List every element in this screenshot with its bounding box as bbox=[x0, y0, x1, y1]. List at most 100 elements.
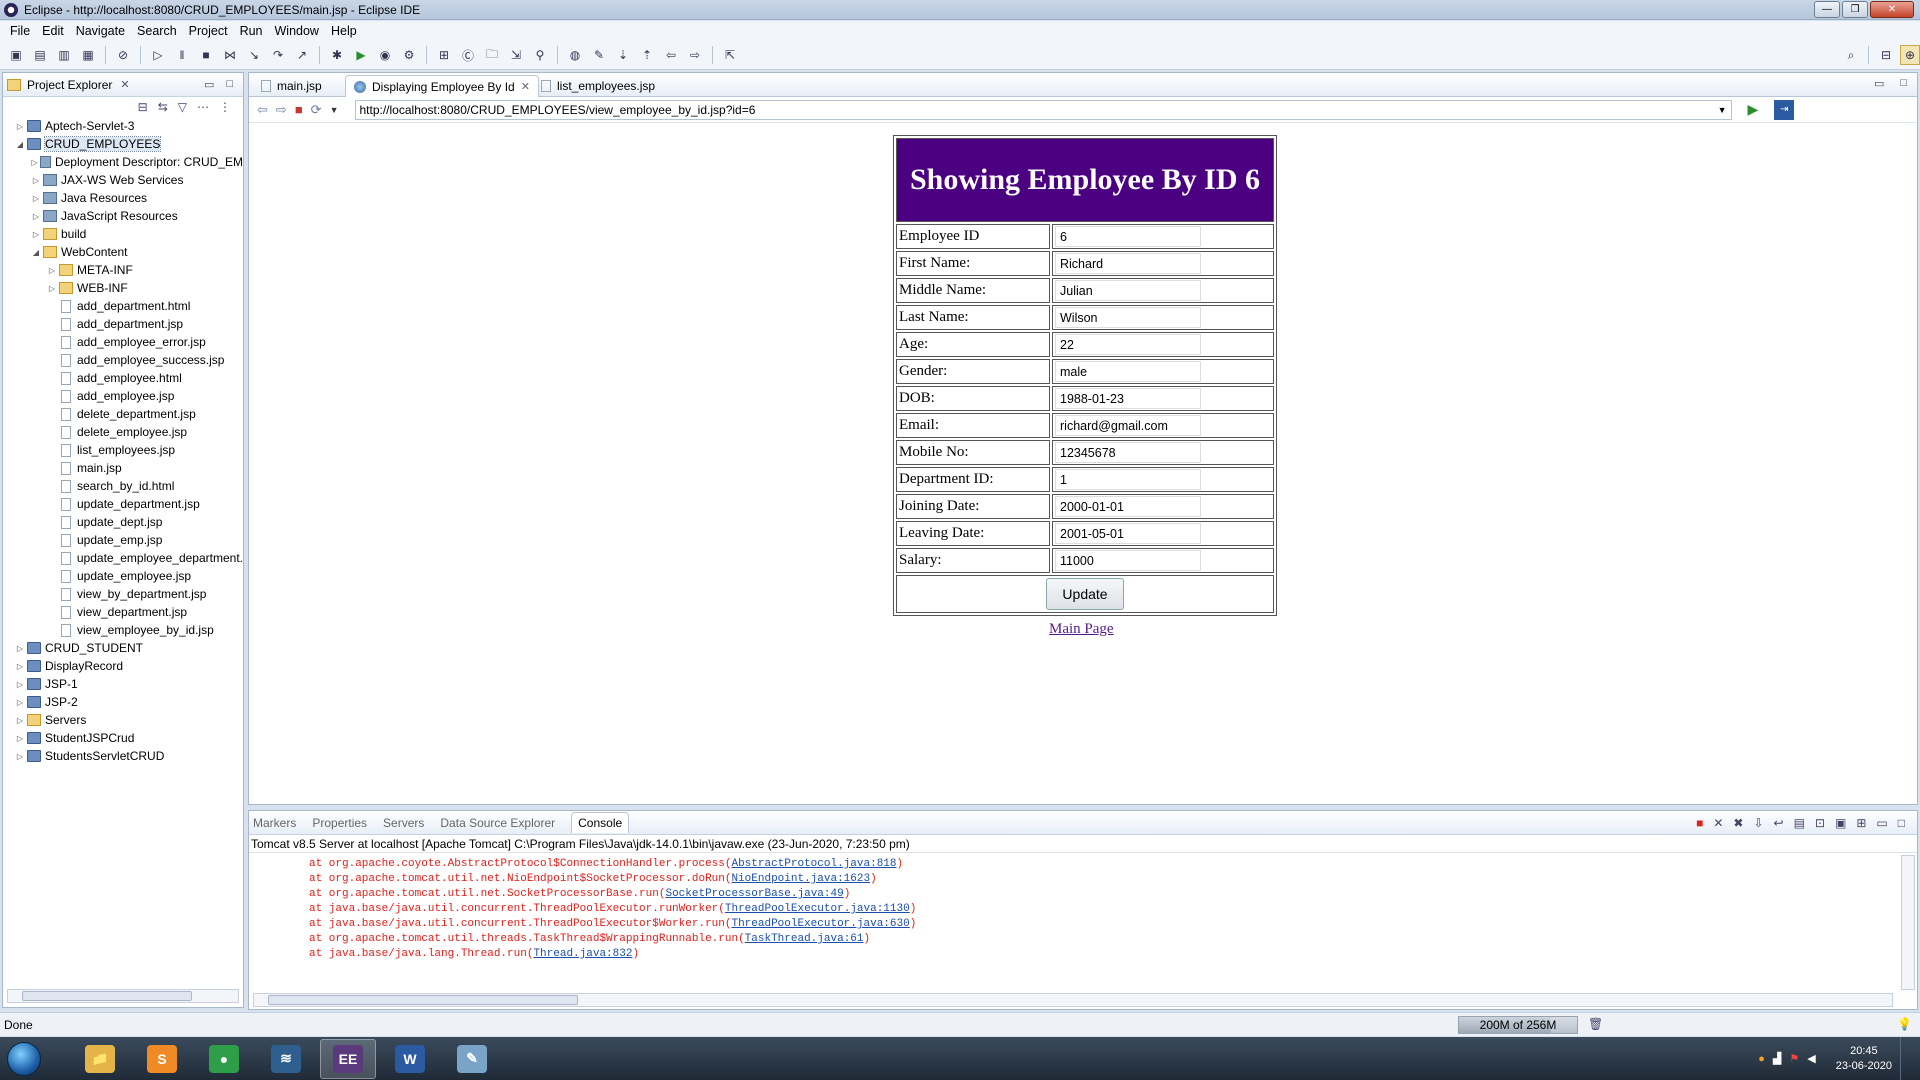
tab-data-source-explorer[interactable]: Data Source Explorer bbox=[440, 816, 555, 830]
step-into-icon[interactable]: ↘ bbox=[244, 45, 264, 65]
field-input[interactable] bbox=[1055, 523, 1201, 544]
tree-item[interactable]: view_by_department.jsp bbox=[3, 585, 243, 603]
menu-window[interactable]: Window bbox=[269, 24, 325, 38]
java-ee-perspective-icon[interactable]: ⊕ bbox=[1900, 45, 1920, 65]
taskbar-app[interactable]: EE bbox=[320, 1038, 376, 1079]
field-input[interactable] bbox=[1055, 496, 1201, 517]
step-return-icon[interactable]: ↗ bbox=[292, 45, 312, 65]
next-annotation-icon[interactable]: ⇣ bbox=[613, 45, 633, 65]
field-input[interactable] bbox=[1055, 226, 1201, 247]
tree-item[interactable]: update_employee_department. bbox=[3, 549, 243, 567]
maximize-editor-icon[interactable]: □ bbox=[1900, 77, 1907, 90]
open-console-icon[interactable]: ⊞ bbox=[1856, 816, 1866, 830]
tab-markers[interactable]: Markers bbox=[253, 816, 296, 830]
tab-console[interactable]: Console bbox=[571, 812, 630, 833]
refresh-icon[interactable]: ⟳ bbox=[311, 102, 322, 118]
menu-edit[interactable]: Edit bbox=[36, 24, 70, 38]
tree-item[interactable]: add_employee.jsp bbox=[3, 387, 243, 405]
menu-run[interactable]: Run bbox=[234, 24, 269, 38]
notification-icon[interactable]: ● bbox=[1758, 1053, 1765, 1065]
expand-twisty-icon[interactable]: ▷ bbox=[31, 176, 41, 185]
skip-breakpoints-icon[interactable]: ⊘ bbox=[113, 45, 133, 65]
field-input[interactable] bbox=[1055, 253, 1201, 274]
maximize-view-icon[interactable]: □ bbox=[1898, 816, 1905, 830]
minimize-view-icon[interactable]: ▭ bbox=[204, 78, 214, 91]
expand-twisty-icon[interactable]: ▷ bbox=[47, 266, 57, 275]
link-with-editor-icon[interactable]: ⇆ bbox=[158, 100, 168, 114]
tree-item[interactable]: ▷ JSP-2 bbox=[3, 693, 243, 711]
forward-icon[interactable]: ⇨ bbox=[276, 102, 287, 118]
display-console-icon[interactable]: ▣ bbox=[1835, 816, 1846, 830]
tab-displaying-employee[interactable]: Displaying Employee By Id ✕ bbox=[345, 75, 539, 97]
tree-item[interactable]: main.jsp bbox=[3, 459, 243, 477]
console-vertical-scrollbar[interactable] bbox=[1901, 855, 1915, 990]
console-horizontal-scrollbar[interactable] bbox=[253, 993, 1893, 1007]
tree-item[interactable]: ▷ Deployment Descriptor: CRUD_EM bbox=[3, 153, 243, 171]
field-input[interactable] bbox=[1055, 550, 1201, 571]
tree-item[interactable]: delete_employee.jsp bbox=[3, 423, 243, 441]
go-icon[interactable]: ▶ bbox=[1748, 101, 1759, 118]
expand-twisty-icon[interactable]: ▷ bbox=[31, 194, 41, 203]
tree-item[interactable]: view_department.jsp bbox=[3, 603, 243, 621]
field-input[interactable] bbox=[1055, 388, 1201, 409]
expand-twisty-icon[interactable]: ▷ bbox=[15, 752, 25, 761]
annotation-icon[interactable]: ✎ bbox=[589, 45, 609, 65]
view-options-icon[interactable]: ⋯ bbox=[197, 100, 209, 114]
step-over-icon[interactable]: ↷ bbox=[268, 45, 288, 65]
tree-item[interactable]: add_employee_success.jsp bbox=[3, 351, 243, 369]
debug-icon[interactable]: ✱ bbox=[327, 45, 347, 65]
menu-navigate[interactable]: Navigate bbox=[70, 24, 131, 38]
new-class-icon[interactable]: Ⓒ bbox=[458, 45, 478, 65]
chevron-down-icon[interactable]: ▼ bbox=[1718, 105, 1727, 115]
expand-twisty-icon[interactable]: ▷ bbox=[31, 230, 41, 239]
tab-servers[interactable]: Servers bbox=[383, 816, 424, 830]
expand-twisty-icon[interactable]: ▷ bbox=[15, 122, 25, 131]
menu-search[interactable]: Search bbox=[131, 24, 183, 38]
minimize-view-icon[interactable]: ▭ bbox=[1876, 816, 1887, 830]
field-input[interactable] bbox=[1055, 334, 1201, 355]
tree-item[interactable]: ▷ StudentsServletCRUD bbox=[3, 747, 243, 765]
save-icon[interactable]: ▤ bbox=[30, 45, 50, 65]
expand-twisty-icon[interactable]: ▷ bbox=[15, 662, 25, 671]
tab-main-jsp[interactable]: main.jsp bbox=[253, 75, 330, 97]
expand-twisty-icon[interactable]: ▷ bbox=[15, 644, 25, 653]
field-input[interactable] bbox=[1055, 307, 1201, 328]
taskbar-app[interactable]: ≋ bbox=[258, 1039, 314, 1079]
tab-properties[interactable]: Properties bbox=[312, 816, 367, 830]
action-center-icon[interactable]: ⚑ bbox=[1789, 1052, 1799, 1065]
tree-item[interactable]: ▷ CRUD_STUDENT bbox=[3, 639, 243, 657]
stop-icon[interactable]: ■ bbox=[295, 102, 303, 117]
close-button[interactable]: ✕ bbox=[1870, 1, 1914, 18]
expand-twisty-icon[interactable]: ▷ bbox=[47, 284, 57, 293]
show-desktop-button[interactable] bbox=[1900, 1037, 1910, 1080]
tree-item[interactable]: ▷ JavaScript Resources bbox=[3, 207, 243, 225]
expand-twisty-icon[interactable]: ◢ bbox=[15, 140, 25, 149]
tree-item[interactable]: update_employee.jsp bbox=[3, 567, 243, 585]
print-icon[interactable]: ▦ bbox=[78, 45, 98, 65]
minimize-editor-icon[interactable]: ▭ bbox=[1874, 77, 1884, 90]
prev-annotation-icon[interactable]: ⇡ bbox=[637, 45, 657, 65]
refresh-dropdown-icon[interactable]: ▼ bbox=[330, 105, 339, 115]
explorer-horizontal-scrollbar[interactable] bbox=[7, 989, 239, 1003]
source-link[interactable]: SocketProcessorBase.java:49 bbox=[665, 888, 843, 900]
maximize-view-icon[interactable]: □ bbox=[226, 78, 233, 91]
start-button[interactable] bbox=[0, 1037, 48, 1080]
heap-status[interactable]: 200M of 256M bbox=[1458, 1016, 1578, 1034]
save-all-icon[interactable]: ▥ bbox=[54, 45, 74, 65]
suspend-icon[interactable]: ‖ bbox=[172, 45, 192, 65]
show-on-output-icon[interactable]: ▤ bbox=[1794, 816, 1805, 830]
tree-item[interactable]: update_dept.jsp bbox=[3, 513, 243, 531]
taskbar-app[interactable]: W bbox=[382, 1039, 438, 1079]
lightbulb-icon[interactable]: 💡 bbox=[1897, 1017, 1912, 1031]
tree-item[interactable]: list_employees.jsp bbox=[3, 441, 243, 459]
tree-item[interactable]: view_employee_by_id.jsp bbox=[3, 621, 243, 639]
source-link[interactable]: Thread.java:832 bbox=[533, 948, 632, 960]
search-icon[interactable]: ⌕ bbox=[1841, 45, 1861, 65]
pin-console-icon[interactable]: ⊡ bbox=[1815, 816, 1825, 830]
tree-item[interactable]: ▷ WEB-INF bbox=[3, 279, 243, 297]
tree-item[interactable]: ▷ JSP-1 bbox=[3, 675, 243, 693]
update-button[interactable]: Update bbox=[1046, 578, 1124, 610]
url-field[interactable]: http://localhost:8080/CRUD_EMPLOYEES/vie… bbox=[354, 99, 1732, 120]
expand-twisty-icon[interactable]: ▷ bbox=[15, 698, 25, 707]
network-icon[interactable]: ▟ bbox=[1773, 1052, 1781, 1065]
